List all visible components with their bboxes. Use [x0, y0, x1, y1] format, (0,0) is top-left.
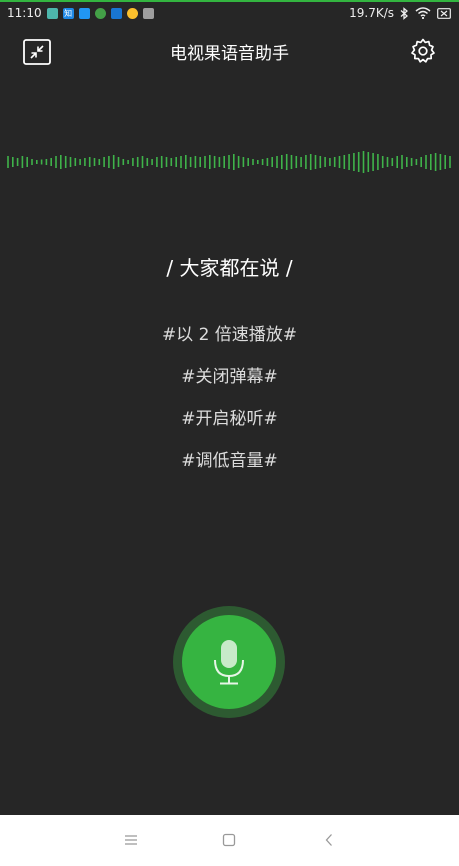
system-nav-bar: [0, 815, 459, 866]
wifi-icon: [415, 7, 431, 19]
notification-icon-blue: [78, 7, 90, 19]
microphone-button[interactable]: [173, 606, 285, 718]
notification-icon-zhihu: 知: [62, 7, 74, 19]
notification-icon-weather: [126, 7, 138, 19]
page-title: 电视果语音助手: [170, 44, 289, 64]
suggestion-item[interactable]: #开启秘听#: [0, 404, 459, 429]
microphone-icon: [214, 640, 244, 685]
back-icon[interactable]: [319, 830, 339, 850]
suggestion-item[interactable]: #以 2 倍速播放#: [0, 320, 459, 345]
suggestion-item[interactable]: #调低音量#: [0, 446, 459, 471]
battery-icon: [437, 7, 451, 19]
settings-gear-icon[interactable]: [409, 37, 437, 65]
notification-icon-circle: [94, 7, 106, 19]
suggestion-item[interactable]: #关闭弹幕#: [0, 362, 459, 387]
status-time: 11:10: [7, 6, 42, 20]
notification-icon-book: [110, 7, 122, 19]
network-speed: 19.7K/s: [349, 6, 394, 20]
home-icon[interactable]: [219, 830, 239, 850]
menu-icon[interactable]: [121, 830, 141, 850]
bluetooth-icon: [400, 6, 409, 20]
voice-waveform: [7, 151, 451, 173]
app-header: 电视果语音助手: [0, 30, 459, 74]
prompts-title: / 大家都在说 /: [166, 256, 293, 280]
notification-icon-green: [46, 7, 58, 19]
status-bar: 11:10 知 19.7K/s: [0, 2, 459, 24]
notification-icon-gray: [142, 7, 154, 19]
